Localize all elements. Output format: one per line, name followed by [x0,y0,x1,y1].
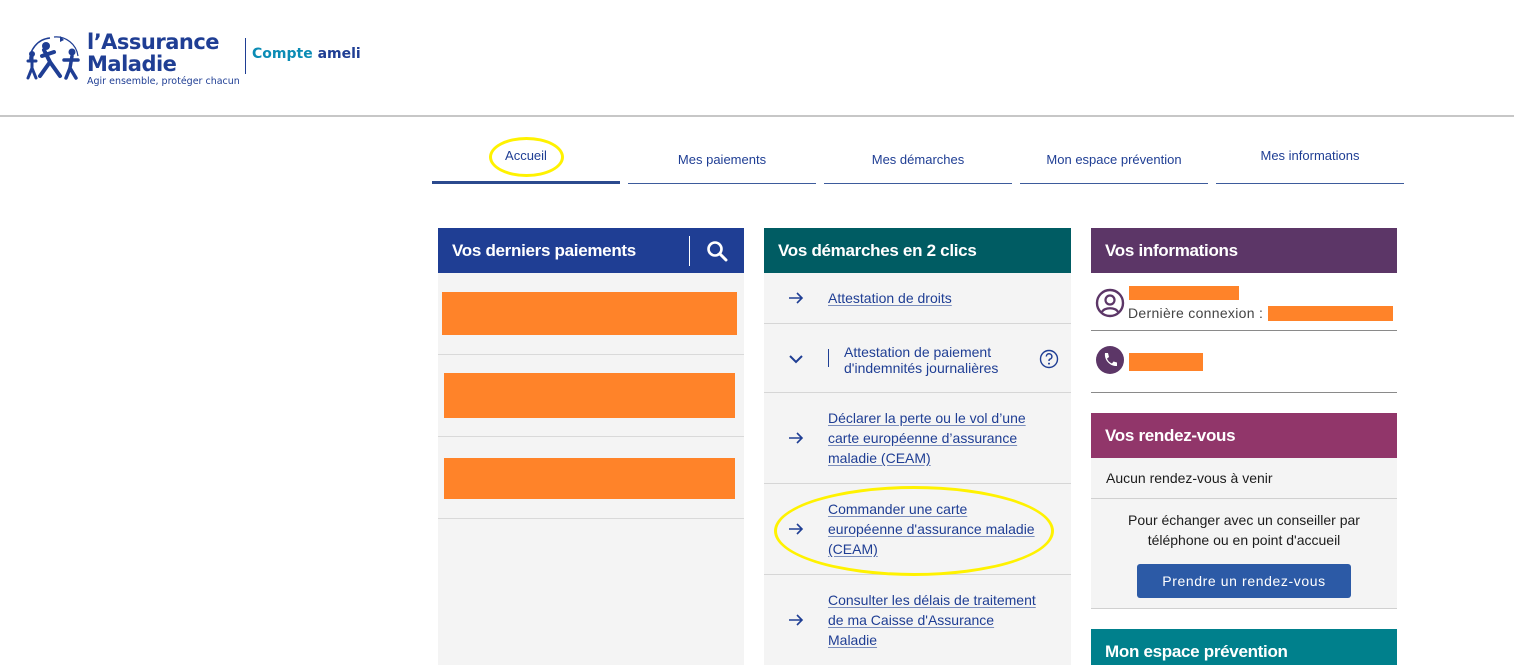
rdv-card-title: Vos rendez-vous [1105,425,1236,445]
demarche-link[interactable]: Attestation de droits [828,288,952,308]
tab-mon-espace-prevention[interactable]: Mon espace prévention [1020,138,1208,184]
rdv-exchange-row: Pour échanger avec un conseiller par tél… [1091,499,1397,609]
phone-icon [1096,346,1124,374]
demarche-link[interactable]: Consulter les délais de traitement de ma… [828,590,1036,650]
prevention-card-title: Mon espace prévention [1105,641,1288,661]
account-label-part1: Compte [252,46,313,62]
redacted-block [444,458,735,499]
tab-mes-informations[interactable]: Mes informations [1216,138,1404,184]
family-figure-icon [26,36,80,80]
brand-tagline: Agir ensemble, protéger chacun [87,76,240,87]
tab-label: Mon espace prévention [1046,152,1182,167]
demarches-card-header: Vos démarches en 2 clics [764,228,1071,273]
help-icon[interactable] [1039,349,1059,369]
demarche-label-line: Attestation de paiement [844,344,992,360]
tab-label: Mes informations [1260,148,1360,163]
demarche-link[interactable]: Commander une carte européenne d'assuran… [828,499,1035,559]
demarche-item-declarer-perte-ceam[interactable]: Déclarer la perte ou le vol d’une carte … [764,393,1071,484]
demarche-item-attestation-droits[interactable]: Attestation de droits [764,273,1071,324]
rdv-none-text: Aucun rendez-vous à venir [1106,470,1273,486]
tab-label: Accueil [505,148,547,163]
arrow-right-icon [789,523,804,535]
profile-row[interactable]: Dernière connexion : [1091,273,1397,331]
redacted-block [444,373,735,418]
prendre-rdv-button[interactable]: Prendre un rendez-vous [1137,564,1351,598]
tab-label: Mes démarches [871,152,965,167]
phone-row[interactable] [1091,331,1397,393]
tab-label: Mes paiements [677,152,767,167]
payments-card: Vos derniers paiements [438,228,744,665]
payment-row[interactable] [438,273,744,355]
brand-name-line1: l’Assurance [87,30,220,54]
demarche-item-commander-ceam[interactable]: Commander une carte européenne d'assuran… [764,484,1071,575]
infos-card-title: Vos informations [1105,240,1238,260]
last-login-label: Dernière connexion : [1128,305,1264,321]
infos-card: Vos informations Dernière connexion : [1091,228,1397,394]
item-divider [828,349,829,367]
demarches-card-title: Vos démarches en 2 clics [778,240,977,260]
prevention-card[interactable]: Mon espace prévention [1091,629,1397,665]
tab-mes-demarches[interactable]: Mes démarches [824,138,1012,184]
arrow-right-icon [789,614,804,626]
infos-card-header: Vos informations [1091,228,1397,273]
arrow-right-icon [789,292,804,304]
arrow-right-icon [789,432,804,444]
demarche-link-line: Consulter les délais de traitement [828,592,1036,608]
demarche-link-line: maladie (CEAM) [828,450,931,466]
rdv-card-header: Vos rendez-vous [1091,413,1397,458]
demarche-link-line: (CEAM) [828,541,878,557]
demarche-link-line: européenne d'assurance maladie [828,521,1035,537]
rdv-exchange-line: Pour échanger avec un conseiller par [1128,512,1360,528]
assurance-maladie-logo[interactable]: l’Assurance Maladie Agir ensemble, proté… [20,26,250,92]
tab-accueil[interactable]: Accueil [432,138,620,184]
account-label-part2: ameli [317,46,361,62]
payment-row[interactable] [438,437,744,519]
demarche-link-line: Déclarer la perte ou le vol d’une [828,410,1026,426]
demarche-link-line: de ma Caisse d'Assurance [828,612,995,628]
redacted-name [1129,286,1239,300]
redacted-phone [1129,353,1203,371]
demarche-item-delais-traitement[interactable]: Consulter les délais de traitement de ma… [764,575,1071,665]
demarche-link[interactable]: Déclarer la perte ou le vol d’une carte … [828,408,1026,468]
redacted-login-date [1268,306,1393,321]
payments-card-header: Vos derniers paiements [438,228,744,273]
demarche-item-attestation-ij[interactable]: Attestation de paiement d'indemnités jou… [764,324,1071,393]
site-header: l’Assurance Maladie Agir ensemble, proté… [0,0,1514,117]
chevron-down-icon [789,355,803,364]
prevention-card-header: Mon espace prévention [1091,629,1397,665]
demarche-link-line: Commander une carte [828,501,968,517]
redacted-block [442,292,737,335]
search-icon [707,240,728,261]
payments-card-title: Vos derniers paiements [452,240,636,260]
search-button[interactable] [690,228,744,273]
demarches-card: Vos démarches en 2 clics Attestation de … [764,228,1071,665]
brand-name-line2: Maladie [87,52,177,76]
payment-row[interactable] [438,355,744,437]
rdv-card: Vos rendez-vous Aucun rendez-vous à veni… [1091,413,1397,609]
account-label[interactable]: Compte ameli [252,46,361,62]
demarche-link-line: carte européenne d’assurance [828,430,1018,446]
rdv-exchange-line: téléphone ou en point d'accueil [1147,532,1341,548]
demarche-label-line: d'indemnités journalières [844,360,999,376]
logo-divider [245,38,246,74]
user-avatar-icon [1095,288,1125,318]
rdv-none-row: Aucun rendez-vous à venir [1091,458,1397,499]
rdv-exchange-text: Pour échanger avec un conseiller par tél… [1091,510,1397,550]
demarche-link-line: Maladie [828,632,878,648]
demarche-label: Attestation de paiement d'indemnités jou… [844,344,998,376]
tab-mes-paiements[interactable]: Mes paiements [628,138,816,184]
